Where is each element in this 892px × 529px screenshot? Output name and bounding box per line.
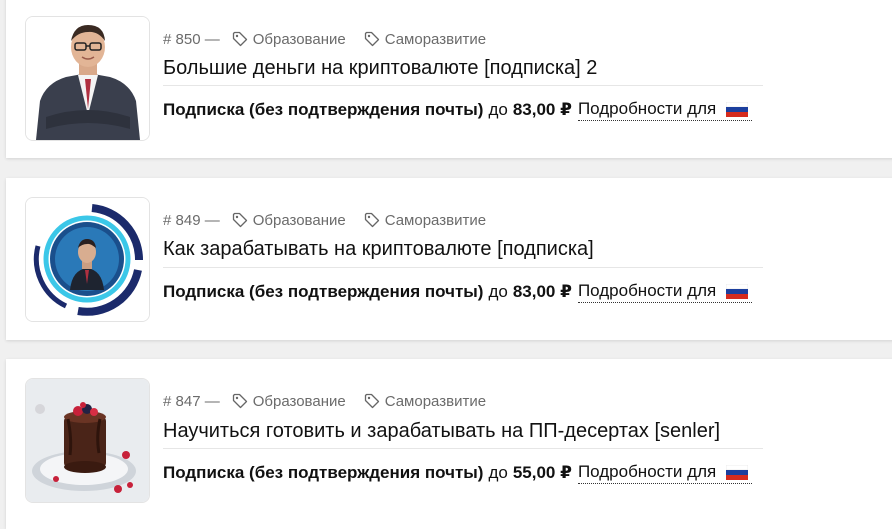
item-number: # 847 —: [163, 392, 220, 410]
details-label: Подробности для: [577, 281, 717, 300]
price-amount: 83,00 ₽: [512, 282, 572, 301]
divider: [163, 267, 763, 268]
tag-education[interactable]: Образование: [232, 31, 346, 48]
tag-icon: [232, 393, 247, 409]
tag-icon: [364, 393, 379, 409]
russia-flag-icon: [726, 101, 749, 117]
tag-education[interactable]: Образование: [232, 212, 346, 229]
tag-icon: [364, 212, 379, 228]
product-list: # 850 — Образование Саморазвитие Большие…: [0, 0, 892, 529]
price-prefix: до: [488, 463, 508, 482]
details-link[interactable]: Подробности для: [577, 281, 753, 303]
item-title-link[interactable]: Большие деньги на криптовалюте [подписка…: [163, 57, 763, 80]
item-title-link[interactable]: Как зарабатывать на криптовалюте [подпис…: [163, 238, 763, 261]
tag-label: Образование: [252, 392, 346, 410]
tag-icon: [232, 212, 247, 228]
product-card[interactable]: # 850 — Образование Саморазвитие Большие…: [6, 0, 892, 158]
price-amount: 83,00 ₽: [512, 100, 572, 119]
item-number: # 850 —: [163, 30, 220, 48]
price-prefix: до: [488, 100, 508, 119]
tag-label: Образование: [252, 30, 346, 48]
details-label: Подробности для: [577, 99, 717, 118]
plan-name: Подписка (без подтверждения почты): [163, 463, 484, 482]
plan-name: Подписка (без подтверждения почты): [163, 100, 484, 119]
item-meta: # 847 — Образование Саморазвитие: [163, 392, 504, 410]
tag-icon: [364, 31, 379, 47]
tag-label: Саморазвитие: [384, 211, 487, 229]
product-thumbnail[interactable]: [25, 16, 150, 141]
tag-education[interactable]: Образование: [232, 393, 346, 410]
item-meta: # 849 — Образование Саморазвитие: [163, 211, 504, 229]
item-title-link[interactable]: Научиться готовить и зарабатывать на ПП-…: [163, 420, 763, 443]
tag-self-development[interactable]: Саморазвитие: [364, 31, 486, 48]
tag-label: Образование: [252, 211, 346, 229]
businessman-photo-icon: [26, 17, 149, 140]
tag-icon: [232, 31, 247, 47]
product-card[interactable]: # 847 — Образование Саморазвитие Научить…: [6, 359, 892, 529]
divider: [163, 85, 763, 86]
product-card[interactable]: # 849 — Образование Саморазвитие Как зар…: [6, 178, 892, 340]
product-thumbnail[interactable]: [25, 197, 150, 322]
item-number: # 849 —: [163, 211, 220, 229]
price-row: Подписка (без подтверждения почты) до 55…: [163, 462, 753, 484]
chocolate-dessert-photo-icon: [26, 379, 149, 502]
price-amount: 55,00 ₽: [512, 463, 572, 482]
item-meta: # 850 — Образование Саморазвитие: [163, 30, 504, 48]
details-label: Подробности для: [577, 462, 717, 481]
plan-name: Подписка (без подтверждения почты): [163, 282, 484, 301]
details-link[interactable]: Подробности для: [577, 462, 753, 484]
divider: [163, 448, 763, 449]
details-link[interactable]: Подробности для: [577, 99, 753, 121]
tag-self-development[interactable]: Саморазвитие: [364, 393, 486, 410]
tag-self-development[interactable]: Саморазвитие: [364, 212, 486, 229]
crypto-logo-icon: [26, 198, 149, 321]
product-thumbnail[interactable]: [25, 378, 150, 503]
price-row: Подписка (без подтверждения почты) до 83…: [163, 281, 753, 303]
tag-label: Саморазвитие: [384, 30, 487, 48]
price-row: Подписка (без подтверждения почты) до 83…: [163, 99, 753, 121]
price-prefix: до: [488, 282, 508, 301]
russia-flag-icon: [726, 283, 749, 299]
tag-label: Саморазвитие: [384, 392, 487, 410]
russia-flag-icon: [726, 464, 749, 480]
